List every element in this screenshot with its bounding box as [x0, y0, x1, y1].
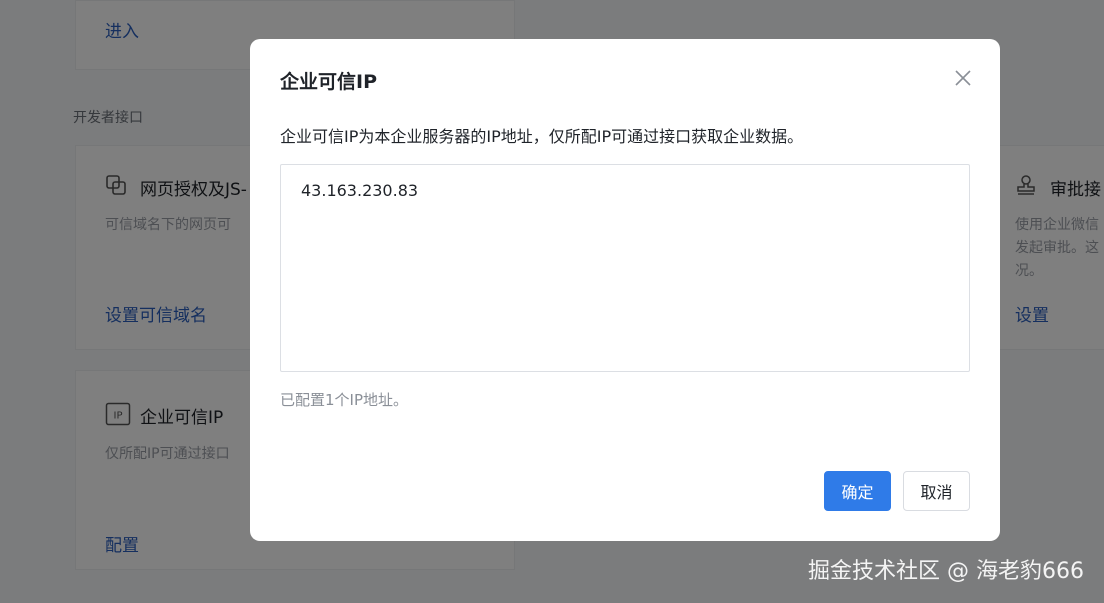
dialog-title: 企业可信IP	[280, 71, 377, 93]
cancel-button[interactable]: 取消	[903, 471, 970, 511]
close-icon[interactable]	[952, 67, 974, 89]
trusted-ip-dialog: 企业可信IP 企业可信IP为本企业服务器的IP地址，仅所配IP可通过接口获取企业…	[250, 39, 1000, 541]
ip-list-textarea[interactable]: 43.163.230.83	[280, 164, 970, 372]
watermark-text: 掘金技术社区 @ 海老豹666	[808, 559, 1084, 584]
dialog-description: 企业可信IP为本企业服务器的IP地址，仅所配IP可通过接口获取企业数据。	[280, 127, 804, 146]
ip-count-hint: 已配置1个IP地址。	[280, 391, 409, 409]
confirm-button[interactable]: 确定	[824, 471, 891, 511]
